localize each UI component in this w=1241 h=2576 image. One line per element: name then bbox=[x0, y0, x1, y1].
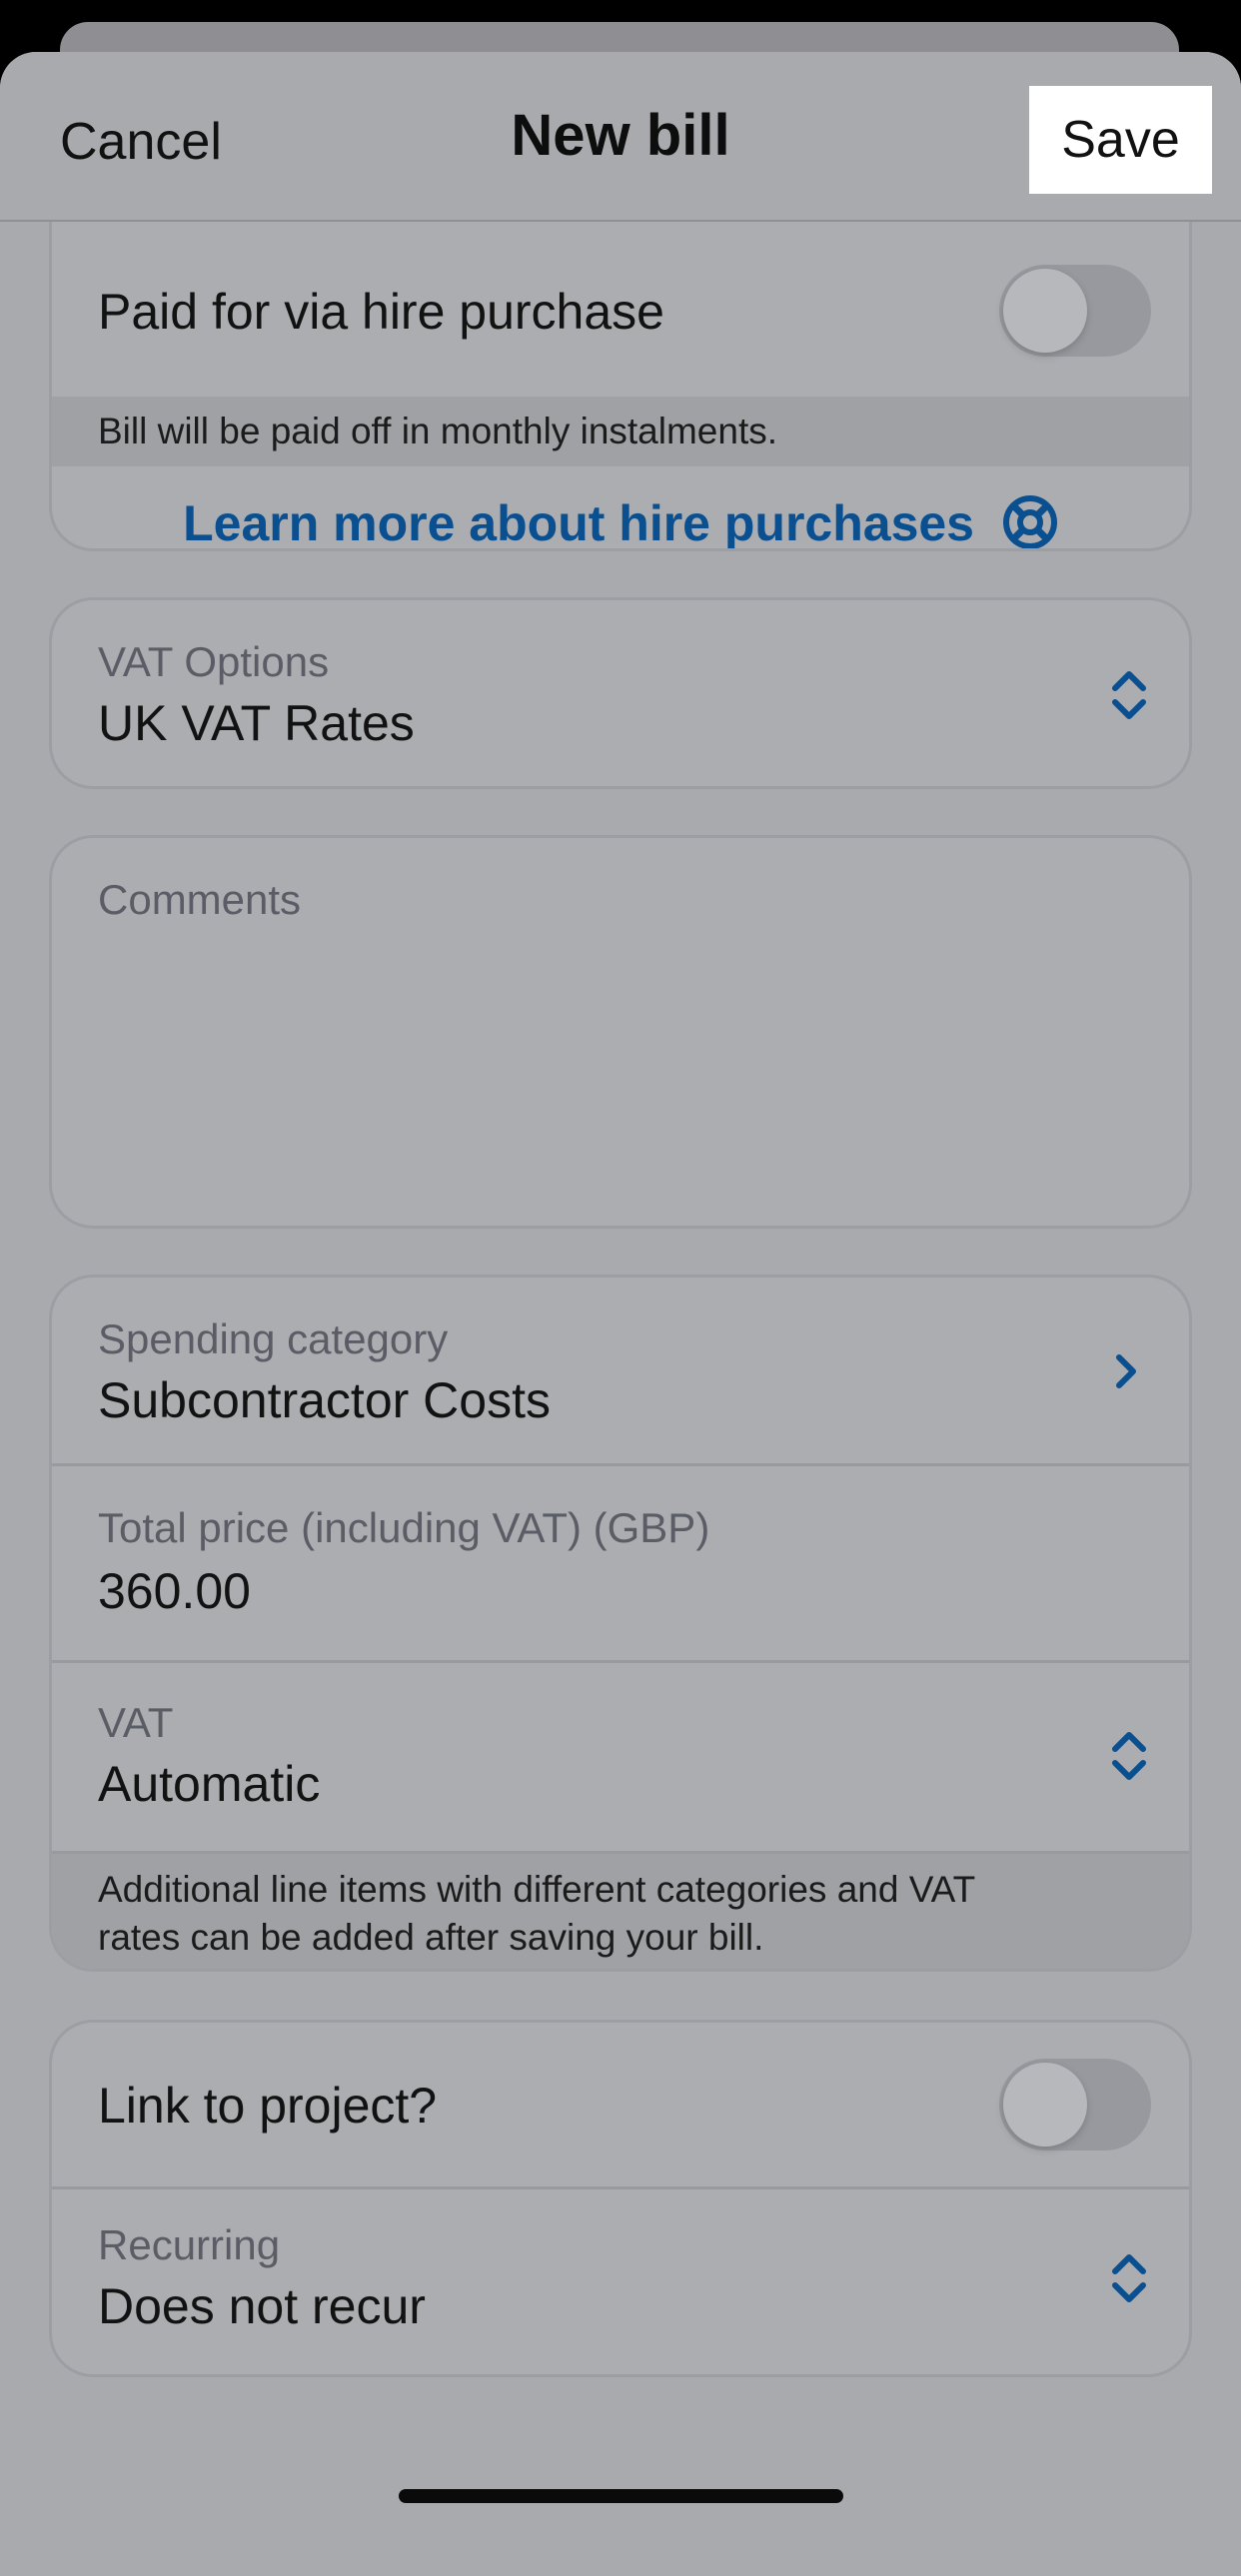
spending-category-row[interactable]: Spending category Subcontractor Costs bbox=[52, 1278, 1189, 1463]
home-indicator bbox=[399, 2489, 843, 2503]
line-item-card: Spending category Subcontractor Costs To… bbox=[49, 1275, 1192, 1972]
hire-purchase-info-text: Bill will be paid off in monthly instalm… bbox=[98, 411, 778, 451]
vat-options-label: VAT Options bbox=[98, 638, 330, 685]
link-to-project-toggle[interactable] bbox=[999, 2059, 1151, 2150]
recurring-value: Does not recur bbox=[98, 2278, 426, 2334]
learn-more-label: Learn more about hire purchases bbox=[183, 495, 974, 551]
save-button[interactable]: Save bbox=[1029, 86, 1212, 194]
vat-label: VAT bbox=[98, 1699, 174, 1746]
vat-field[interactable]: VAT Automatic bbox=[52, 1663, 1189, 1851]
toggle-knob bbox=[1003, 2063, 1087, 2147]
cancel-button[interactable]: Cancel bbox=[60, 112, 222, 172]
line-items-info: Additional line items with different cat… bbox=[52, 1851, 1189, 1969]
navigation-bar: Cancel New bill Save bbox=[0, 52, 1241, 222]
vat-options-value: UK VAT Rates bbox=[98, 695, 415, 751]
comments-placeholder: Comments bbox=[98, 876, 302, 923]
hire-purchase-info: Bill will be paid off in monthly instalm… bbox=[52, 397, 1189, 466]
vat-options-field[interactable]: VAT Options UK VAT Rates bbox=[49, 597, 1192, 789]
recurring-field[interactable]: Recurring Does not recur bbox=[52, 2189, 1189, 2374]
vat-value: Automatic bbox=[98, 1756, 321, 1812]
line-items-info-line-2: rates can be added after saving your bil… bbox=[98, 1917, 764, 1958]
hire-purchase-label: Paid for via hire purchase bbox=[98, 284, 664, 340]
spending-category-label: Spending category bbox=[98, 1315, 449, 1362]
link-to-project-row[interactable]: Link to project? bbox=[52, 2023, 1189, 2186]
link-to-project-label: Link to project? bbox=[98, 2078, 438, 2134]
up-down-chevron-icon bbox=[1112, 2254, 1146, 2302]
recurring-label: Recurring bbox=[98, 2221, 281, 2268]
total-price-field[interactable]: Total price (including VAT) (GBP) 360.00 bbox=[52, 1466, 1189, 1660]
toggle-knob bbox=[1003, 269, 1087, 353]
spending-category-value: Subcontractor Costs bbox=[98, 1372, 551, 1428]
total-price-label: Total price (including VAT) (GBP) bbox=[98, 1504, 710, 1551]
up-down-chevron-icon bbox=[1112, 1732, 1146, 1780]
up-down-chevron-icon bbox=[1112, 671, 1146, 719]
chevron-right-icon bbox=[1116, 1354, 1136, 1388]
learn-more-hire-purchase-link[interactable]: Learn more about hire purchases bbox=[52, 494, 1189, 551]
project-card: Link to project? Recurring Does not recu… bbox=[49, 2020, 1192, 2377]
hire-purchase-toggle[interactable] bbox=[999, 265, 1151, 357]
total-price-value: 360.00 bbox=[98, 1563, 251, 1619]
lifebuoy-icon bbox=[1002, 495, 1057, 548]
comments-field[interactable]: Comments bbox=[49, 835, 1192, 1229]
line-items-info-line-1: Additional line items with different cat… bbox=[98, 1869, 976, 1910]
new-bill-sheet: Cancel New bill Save Paid for via hire p… bbox=[0, 52, 1241, 2576]
